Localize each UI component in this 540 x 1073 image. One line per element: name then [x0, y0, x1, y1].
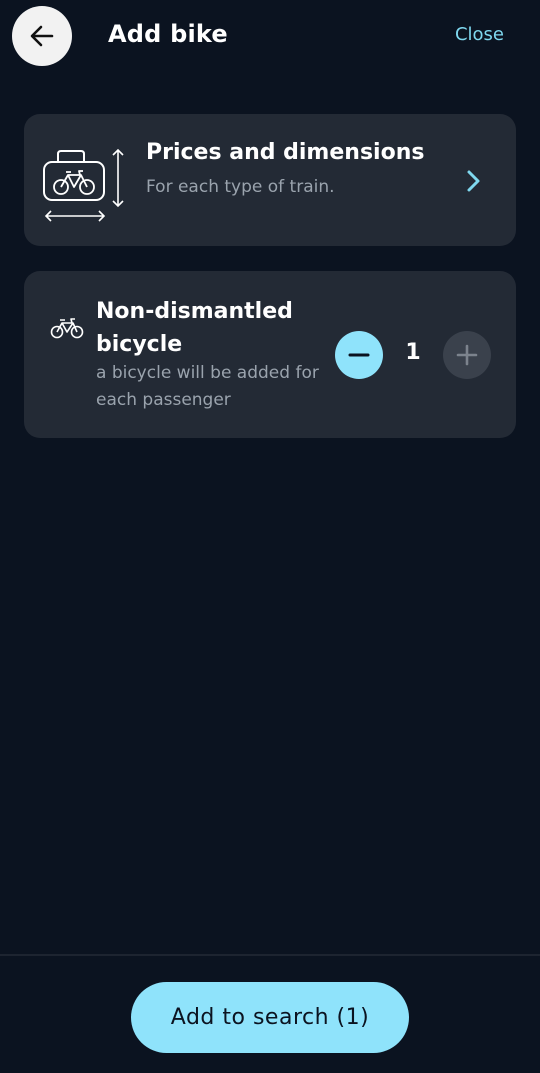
bicycle-icon	[50, 318, 84, 339]
bicycle-quantity-stepper: 1	[335, 330, 495, 380]
quantity-value: 1	[405, 340, 421, 365]
back-button[interactable]	[12, 6, 72, 66]
bicycle-subtitle: a bicycle will be added for each passeng…	[96, 363, 319, 410]
prices-and-dimensions-card[interactable]: Prices and dimensions For each type of t…	[24, 114, 516, 246]
footer-divider	[0, 954, 540, 956]
bike-luggage-dimensions-icon	[43, 148, 124, 222]
add-to-search-button[interactable]: Add to search (1)	[131, 982, 409, 1053]
increase-button[interactable]	[443, 331, 491, 379]
prices-title: Prices and dimensions	[146, 140, 425, 165]
prices-subtitle: For each type of train.	[146, 177, 335, 197]
bicycle-title: Non-dismantled bicycle	[96, 299, 293, 357]
minus-icon	[348, 353, 370, 357]
header: Add bike Close	[0, 0, 540, 72]
arrow-left-icon	[30, 25, 54, 47]
chevron-right-icon	[467, 170, 480, 192]
non-dismantled-bicycle-card: Non-dismantled bicycle a bicycle will be…	[24, 271, 516, 438]
add-bike-screen: Add bike Close Prices and dimensions For…	[0, 0, 540, 1073]
decrease-button[interactable]	[335, 331, 383, 379]
close-button[interactable]: Close	[455, 24, 504, 45]
plus-icon	[456, 344, 478, 366]
page-title: Add bike	[108, 20, 228, 48]
